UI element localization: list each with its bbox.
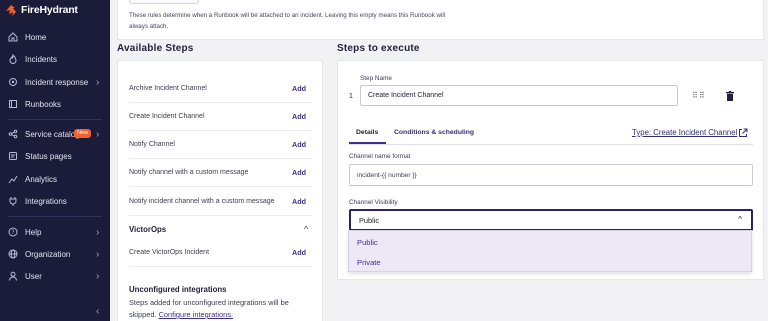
brand[interactable]: FireHydrant	[6, 3, 78, 17]
sidebar-divider	[8, 216, 102, 217]
list-item: Create Incident Channel Add	[129, 103, 312, 131]
add-step-button[interactable]: Add	[292, 140, 306, 149]
sidebar-item-incidents[interactable]: Incidents	[0, 49, 110, 69]
step-label: Create VictorOps Incident	[129, 249, 210, 256]
available-steps-heading: Available Steps	[117, 43, 194, 54]
unconfigured-integrations-text: Steps added for unconfigured integration…	[129, 297, 315, 321]
analytics-icon	[7, 174, 18, 185]
add-step-button[interactable]: Add	[292, 112, 306, 121]
sidebar-item-label: Integrations	[25, 196, 67, 206]
visibility-option-private[interactable]: Private	[349, 252, 751, 272]
chevron-right-icon: ›	[96, 226, 100, 238]
chevron-right-icon: ›	[96, 248, 100, 260]
channel-visibility-select[interactable]: Public ^	[349, 209, 753, 231]
step-name-label: Step Name	[360, 75, 392, 82]
response-icon	[7, 77, 18, 88]
sidebar-item-analytics[interactable]: Analytics	[0, 169, 110, 189]
unconfigured-integrations-title: Unconfigured integrations	[129, 285, 227, 294]
sidebar-item-label: Incident response	[25, 77, 89, 87]
chevron-up-icon[interactable]: ^	[304, 224, 308, 234]
sidebar-item-label: Analytics	[25, 174, 58, 184]
organization-icon	[7, 249, 18, 260]
sidebar-item-label: Help	[25, 227, 42, 237]
sidebar-item-home[interactable]: Home	[0, 27, 110, 47]
sidebar-item-status-pages[interactable]: Status pages	[0, 146, 110, 166]
status-icon	[7, 151, 18, 162]
channel-name-format-input[interactable]: incident-{{ number }}	[349, 164, 753, 186]
available-steps-panel: Archive Incident Channel Add Create Inci…	[117, 60, 323, 321]
chevron-right-icon: ›	[96, 270, 100, 282]
list-item: Notify channel with a custom message Add	[129, 159, 312, 187]
list-item: Create VictorOps Incident Add	[129, 239, 312, 267]
svg-text:?: ?	[11, 229, 14, 236]
step-label: Notify channel with a custom message	[129, 169, 249, 176]
chevron-right-icon: ›	[96, 76, 100, 88]
firehydrant-logo-icon	[6, 4, 16, 16]
steps-to-execute-heading: Steps to execute	[337, 43, 420, 54]
configure-integrations-link[interactable]: Configure integrations.	[159, 310, 233, 319]
external-link-icon[interactable]	[738, 128, 748, 138]
step-name-input[interactable]: Create Incident Channel	[360, 85, 678, 106]
step-label: Archive Incident Channel	[129, 85, 207, 92]
sidebar-item-organization[interactable]: Organization ›	[0, 244, 110, 264]
list-item: Notify Channel Add	[129, 131, 312, 159]
list-item: Archive Incident Channel Add	[129, 75, 312, 103]
add-step-button[interactable]: Add	[292, 248, 306, 257]
help-icon: ?	[7, 227, 18, 238]
user-icon	[7, 271, 18, 282]
add-step-button[interactable]: Add	[292, 168, 306, 177]
chevron-right-icon: ›	[96, 128, 100, 140]
drag-handle-icon[interactable]: ⠿⠿	[692, 91, 706, 100]
home-icon	[7, 32, 18, 43]
tabs-divider	[349, 144, 753, 145]
sidebar-item-incident-response[interactable]: Incident response ›	[0, 72, 110, 92]
chevron-up-icon: ^	[738, 215, 742, 224]
sidebar-item-label: Service catalog	[25, 129, 80, 139]
sidebar-item-runbooks[interactable]: Runbooks	[0, 94, 110, 114]
visibility-option-public[interactable]: Public	[349, 232, 751, 252]
victorops-group-title: VictorOps	[129, 225, 167, 234]
catalog-icon	[7, 129, 18, 140]
tab-details[interactable]: Details	[356, 129, 378, 136]
book-icon	[7, 99, 18, 110]
sidebar-item-label: Organization	[25, 249, 71, 259]
sidebar: FireHydrant Home Incidents Incident resp…	[0, 0, 110, 321]
sidebar-item-service-catalog[interactable]: Service catalog New ›	[0, 124, 110, 144]
sidebar-item-label: Incidents	[25, 54, 58, 64]
tab-conditions-scheduling[interactable]: Conditions & scheduling	[394, 129, 474, 136]
channel-visibility-value: Public	[359, 216, 380, 225]
brand-name: FireHydrant	[21, 4, 78, 16]
step-label: Notify incident channel with a custom me…	[129, 198, 275, 205]
sidebar-item-label: Home	[25, 32, 47, 42]
add-step-button[interactable]: Add	[292, 84, 306, 93]
list-item: Notify incident channel with a custom me…	[129, 188, 312, 216]
rules-card: These rules determine when a Runbook wil…	[117, 0, 764, 40]
channel-visibility-menu: Public Private	[348, 230, 752, 272]
flame-icon	[7, 54, 18, 65]
rules-help-text: These rules determine when a Runbook wil…	[129, 12, 446, 30]
step-label: Notify Channel	[129, 141, 175, 148]
sidebar-item-integrations[interactable]: Integrations	[0, 191, 110, 211]
rules-input-stub[interactable]	[129, 0, 199, 4]
collapse-sidebar-icon[interactable]: ‹	[96, 306, 99, 317]
sidebar-item-label: Status pages	[25, 151, 72, 161]
channel-name-format-label: Channel name format	[349, 153, 411, 160]
step-label: Create Incident Channel	[129, 113, 205, 120]
step-type-link[interactable]: Type: Create Incident Channel	[632, 128, 737, 137]
sidebar-item-label: User	[25, 271, 42, 281]
sidebar-item-label: Runbooks	[25, 99, 62, 109]
plug-icon	[7, 196, 18, 207]
sidebar-item-user[interactable]: User ›	[0, 266, 110, 286]
sidebar-divider	[8, 119, 102, 120]
new-badge: New	[74, 129, 92, 138]
channel-visibility-label: Channel Visibility	[349, 199, 398, 206]
sidebar-item-help[interactable]: ? Help ›	[0, 222, 110, 242]
step-number: 1	[349, 93, 353, 100]
add-step-button[interactable]: Add	[292, 197, 306, 206]
trash-icon[interactable]	[726, 91, 734, 101]
